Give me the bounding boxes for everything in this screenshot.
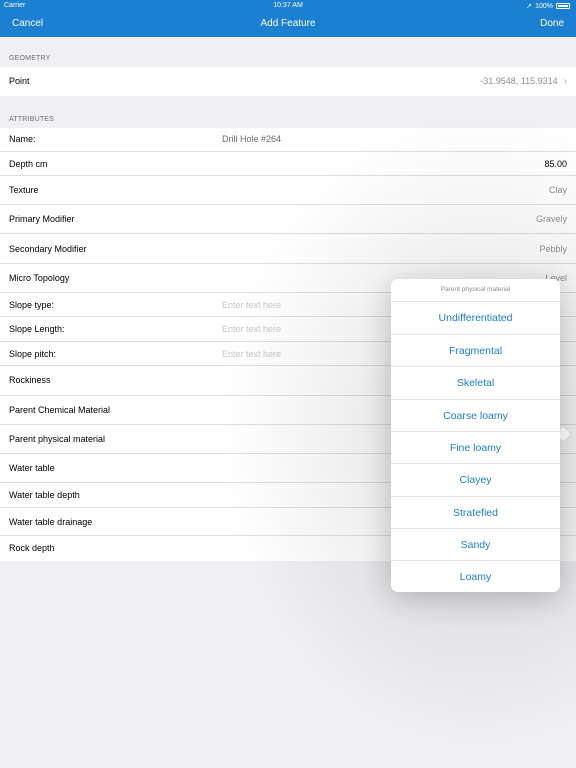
navigation-bar: Cancel Add Feature Done [0,12,576,37]
battery-percent: 100% [535,2,553,10]
attribute-label: Slope Length: [9,324,65,334]
geometry-group: Point -31.9548, 115.9314 › [0,67,576,96]
attribute-row-texture[interactable]: Texture Clay [0,176,576,205]
popover-title: Parent physical material [440,286,511,293]
option-clayey[interactable]: Clayey [391,463,560,495]
status-time: 10:37 AM [273,2,303,9]
attribute-label: Slope type: [9,300,55,310]
option-undifferentiated[interactable]: Undifferentiated [391,301,560,333]
slope-type-input[interactable]: Enter text here [222,300,281,310]
attribute-row-depth[interactable]: Depth cm 85.00 [0,152,576,176]
attribute-label: Primary Modifier [9,214,75,224]
option-fragmental[interactable]: Fragmental [391,334,560,366]
slope-length-input[interactable]: Enter text here [222,324,281,334]
option-coarse-loamy[interactable]: Coarse loamy [391,399,560,431]
page-title: Add Feature [260,18,316,29]
attribute-label: Water table depth [9,490,80,500]
attribute-label: Parent Chemical Material [9,405,111,415]
primary-modifier-value: Gravely [535,214,567,224]
option-loamy[interactable]: Loamy [391,560,560,592]
chevron-right-icon: › [563,76,567,87]
status-right: ➚ 100% [526,2,570,10]
attribute-label: Secondary Modifier [9,244,87,254]
point-label: Point [9,76,30,86]
name-field[interactable]: Drill Hole #264 [222,134,281,144]
slope-pitch-input[interactable]: Enter text here [222,349,281,359]
attribute-label: Water table [9,463,55,473]
done-button[interactable]: Done [540,18,564,29]
attribute-label: Texture [9,185,39,195]
point-row[interactable]: Point -31.9548, 115.9314 › [0,67,576,96]
option-sandy[interactable]: Sandy [391,528,560,560]
attribute-label: Rock depth [9,543,55,553]
attribute-label: Depth cm [9,159,48,169]
attribute-row-primary-modifier[interactable]: Primary Modifier Gravely [0,205,576,234]
attribute-row-name[interactable]: Name: Drill Hole #264 [0,128,576,152]
option-fine-loamy[interactable]: Fine loamy [391,431,560,463]
geometry-section-header: GEOMETRY [9,55,51,62]
option-skeletal[interactable]: Skeletal [391,366,560,398]
secondary-modifier-value: Pebbly [539,244,567,254]
attribute-label: Slope pitch: [9,349,57,359]
picker-popover: Parent physical material Undifferentiate… [391,279,560,592]
attribute-row-secondary-modifier[interactable]: Secondary Modifier Pebbly [0,234,576,264]
option-stratefied[interactable]: Stratefied [391,496,560,528]
point-value: -31.9548, 115.9314 › [480,76,567,87]
attribute-label: Water table drainage [9,517,93,527]
point-coordinates: -31.9548, 115.9314 [480,76,558,86]
texture-value: Clay [548,185,567,195]
attribute-label: Micro Topology [9,273,70,283]
attributes-section-header: ATTRIBUTES [9,116,55,123]
battery-icon [556,3,570,9]
attribute-label: Rockiness [9,375,51,385]
status-bar: Carrier 10:37 AM ➚ 100% [0,0,576,12]
attribute-label: Name: [9,134,36,144]
location-icon: ➚ [526,3,533,10]
depth-value[interactable]: 85.00 [544,159,567,169]
attribute-label: Parent physical material [9,434,106,444]
